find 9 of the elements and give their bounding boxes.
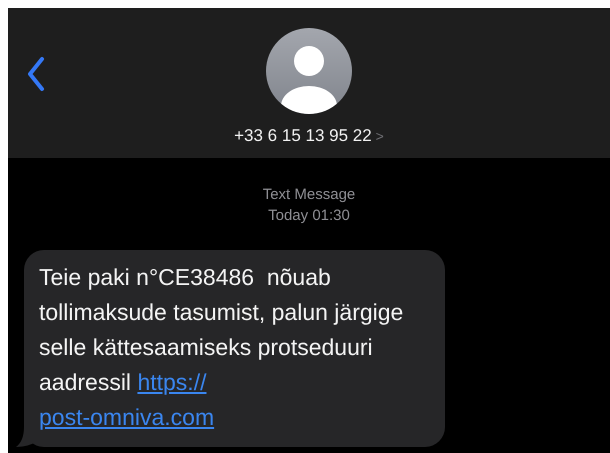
chevron-icon[interactable]: > [376, 128, 384, 144]
message-service-label: Text Message [262, 185, 356, 205]
contact-number[interactable]: +33 6 15 13 95 22 [234, 126, 372, 146]
avatar-icon[interactable] [266, 28, 352, 114]
message-timestamp: Today 01:30 [268, 206, 350, 226]
back-icon[interactable] [26, 56, 46, 92]
message-link[interactable]: https:// [137, 369, 206, 395]
message-text: Teie paki n°CE38486 nõuab tollimaksude tasumist, palun järgige selle kättesaamiseks protseduuri aadressil https:// post-omniva.com [39, 264, 404, 430]
message-link[interactable]: post-omniva.com [39, 404, 214, 430]
